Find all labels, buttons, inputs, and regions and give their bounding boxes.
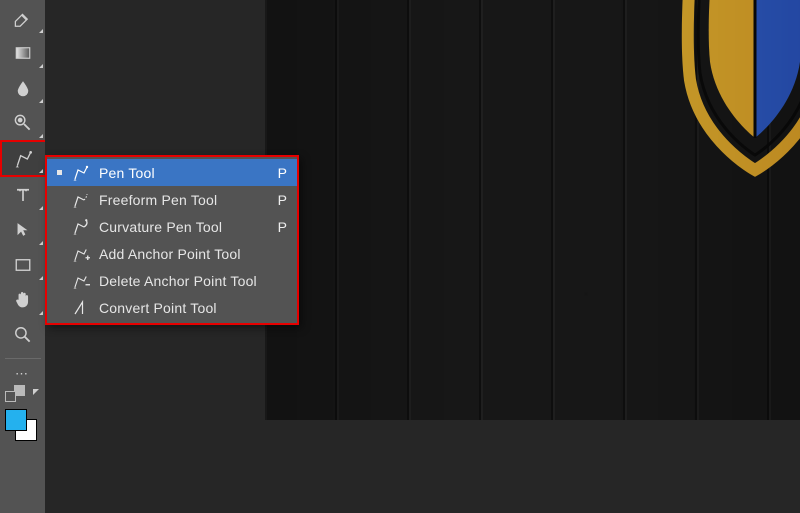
menu-item-add-anchor-point-tool[interactable]: Add Anchor Point Tool <box>47 240 297 267</box>
menu-item-delete-anchor-point-tool[interactable]: Delete Anchor Point Tool <box>47 267 297 294</box>
hand-tool[interactable] <box>0 282 45 317</box>
zoom-tool[interactable] <box>0 317 45 352</box>
pen-tool-flyout-menu: Pen Tool P Freeform Pen Tool P <box>45 155 299 325</box>
menu-item-label: Freeform Pen Tool <box>99 192 263 208</box>
foreground-color-swatch[interactable] <box>5 409 27 431</box>
menu-item-label: Pen Tool <box>99 165 263 181</box>
arrow-cursor-icon <box>14 221 31 238</box>
drop-icon <box>14 79 32 97</box>
pen-tool[interactable] <box>0 140 45 177</box>
artwork-shield <box>670 0 800 180</box>
color-swatches[interactable] <box>0 406 45 446</box>
menu-item-label: Convert Point Tool <box>99 300 263 316</box>
edit-toolbar-button[interactable]: ⋯ <box>0 365 45 383</box>
pen-icon <box>72 164 90 182</box>
canvas-document[interactable] <box>265 0 800 420</box>
dodge-icon <box>13 113 32 132</box>
dodge-tool[interactable] <box>0 105 45 140</box>
menu-item-freeform-pen-tool[interactable]: Freeform Pen Tool P <box>47 186 297 213</box>
pen-minus-icon <box>72 272 90 290</box>
photoshop-workspace: ⋯ Pen Tool P <box>0 0 800 513</box>
menu-item-shortcut: P <box>271 192 287 208</box>
path-selection-tool[interactable] <box>0 212 45 247</box>
tools-panel: ⋯ <box>0 0 45 513</box>
default-swatches-button[interactable] <box>0 385 45 401</box>
gradient-tool[interactable] <box>0 35 45 70</box>
freeform-pen-icon <box>72 191 90 209</box>
curvature-pen-icon <box>72 218 90 236</box>
menu-item-convert-point-tool[interactable]: Convert Point Tool <box>47 294 297 321</box>
magnifier-icon <box>13 325 32 344</box>
gradient-icon <box>14 44 32 62</box>
type-icon <box>14 186 32 204</box>
convert-point-icon <box>72 299 90 317</box>
hand-icon <box>13 290 32 309</box>
type-tool[interactable] <box>0 177 45 212</box>
menu-item-label: Curvature Pen Tool <box>99 219 263 235</box>
menu-item-label: Delete Anchor Point Tool <box>99 273 263 289</box>
menu-item-shortcut: P <box>271 165 287 181</box>
pen-plus-icon <box>72 245 90 263</box>
rectangle-shape-tool[interactable] <box>0 247 45 282</box>
blur-tool[interactable] <box>0 70 45 105</box>
eraser-icon <box>13 8 32 27</box>
current-tool-marker-icon <box>57 170 62 175</box>
menu-item-shortcut: P <box>271 219 287 235</box>
menu-item-curvature-pen-tool[interactable]: Curvature Pen Tool P <box>47 213 297 240</box>
eraser-tool[interactable] <box>0 0 45 35</box>
menu-item-pen-tool[interactable]: Pen Tool P <box>47 159 297 186</box>
pen-icon <box>14 149 34 169</box>
menu-item-label: Add Anchor Point Tool <box>99 246 263 262</box>
toolbar-divider <box>5 358 41 359</box>
rectangle-icon <box>14 256 32 274</box>
